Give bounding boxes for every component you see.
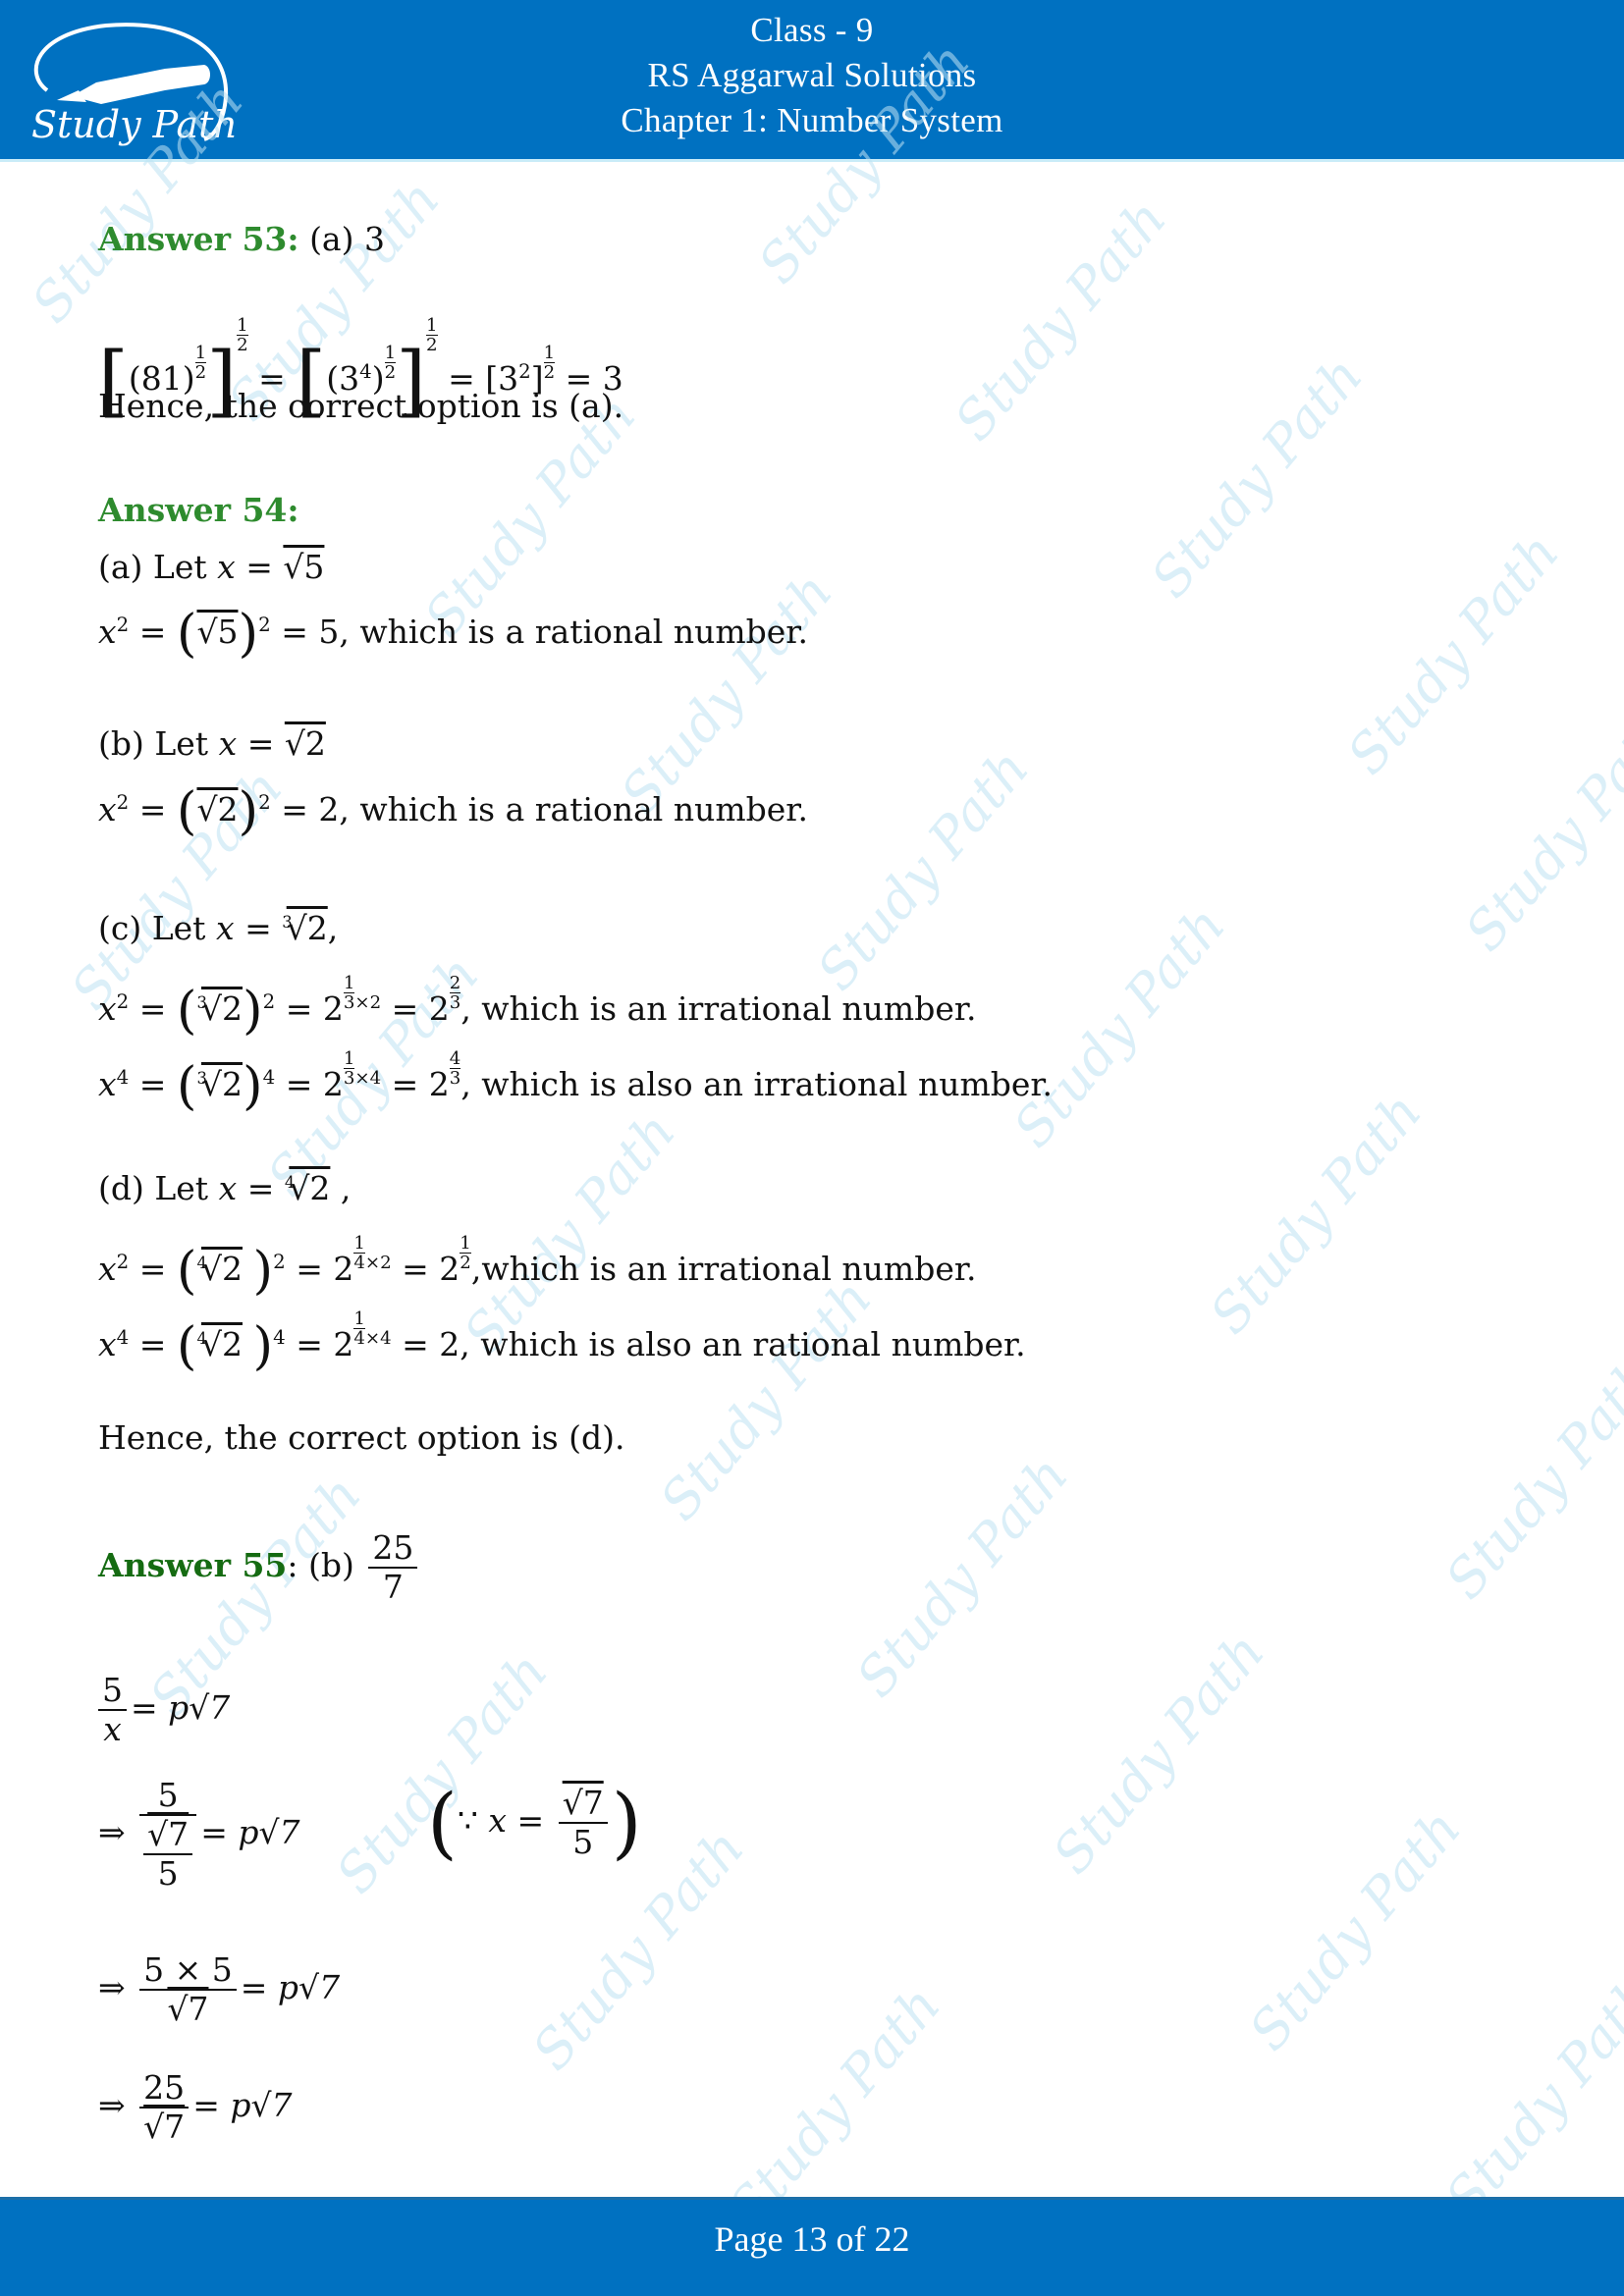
watermark: Study Path bbox=[805, 737, 1042, 1002]
watermark: Study Path bbox=[609, 561, 845, 826]
answer-54-heading: Answer 54: bbox=[98, 489, 299, 532]
header-divider bbox=[0, 159, 1624, 162]
step-4: ⇒ 25 √7 = p√7 bbox=[98, 2068, 293, 2146]
header-book: RS Aggarwal Solutions bbox=[647, 56, 977, 94]
watermark: Study Path bbox=[1001, 894, 1238, 1159]
part-c-let: (c) Let x = 3√2, bbox=[98, 909, 339, 947]
watermark: Study Path bbox=[943, 187, 1179, 453]
header-class: Class - 9 bbox=[750, 11, 874, 49]
answer-label: Answer 54: bbox=[98, 491, 299, 529]
watermark: Study Path bbox=[1453, 698, 1624, 963]
watermark: Study Path bbox=[844, 1444, 1081, 1709]
part-c-square: x2 = (3√2)2 = 2 1 3 ×2 = 223, which is an i… bbox=[98, 973, 977, 1041]
watermark: Study Path bbox=[1198, 1081, 1435, 1346]
choice-fraction: 25 7 bbox=[368, 1529, 418, 1606]
answer-53-heading: Answer 53: (a) 3 bbox=[98, 218, 385, 261]
watermark: Study Path bbox=[1139, 345, 1376, 610]
part-b-square: x2 = (√2)2 = 2, which is a rational numb… bbox=[98, 781, 808, 841]
answer-55-heading: Answer 55: (b) 25 7 bbox=[98, 1517, 421, 1615]
answer-label: Answer 55 bbox=[98, 1546, 288, 1584]
page-number: Page 13 of 22 bbox=[714, 2219, 910, 2259]
watermark: Study Path bbox=[648, 1267, 885, 1532]
answer-53-conclusion: Hence, the correct option is (a). bbox=[98, 387, 624, 425]
step-1: 5 x = p√7 bbox=[98, 1659, 230, 1757]
step-2: ⇒ 5 √7 5 = p√7 bbox=[98, 1776, 300, 1893]
watermark: Study Path bbox=[1335, 521, 1572, 786]
part-a-let: (a) Let x = √5 bbox=[98, 548, 325, 586]
answer-label: Answer 53: bbox=[98, 220, 299, 258]
part-d-let: (d) Let x = 4√2 , bbox=[98, 1169, 352, 1207]
watermark: Study Path bbox=[1434, 1346, 1624, 1611]
part-d-fourth-power: x4 = (4√2 )4 = 2 1 4 ×4 = 2, which is also … bbox=[98, 1308, 1026, 1377]
step-3: ⇒ 5 × 5 √7 = p√7 bbox=[98, 1950, 341, 2028]
part-a-square: x2 = (√5)2 = 5, which is a rational numb… bbox=[98, 604, 808, 664]
step-2-note: (∵ x = √7 5) bbox=[427, 1777, 642, 1868]
watermark: Study Path bbox=[1434, 1964, 1624, 2229]
header-chapter: Chapter 1: Number System bbox=[621, 101, 1003, 139]
part-c-fourth-power: x4 = (3√2)4 = 2 1 3 ×4 = 243, which is also… bbox=[98, 1048, 1054, 1117]
answer-choice: (a) 3 bbox=[309, 220, 385, 258]
part-d-square: x2 = (4√2 )2 = 2 1 4 ×2 = 2 1 2 ,which is an i… bbox=[98, 1233, 977, 1302]
watermark: Study Path bbox=[1237, 1797, 1474, 2062]
watermark: Study Path bbox=[1041, 1621, 1277, 1886]
answer-54-conclusion: Hence, the correct option is (d). bbox=[98, 1418, 625, 1457]
part-b-let: (b) Let x = √2 bbox=[98, 724, 326, 763]
page-header: Study Path Class - 9 RS Aggarwal Solutio… bbox=[0, 0, 1624, 159]
